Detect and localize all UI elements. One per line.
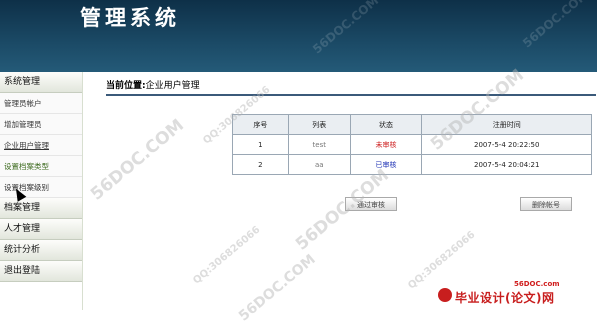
- sidebar-item-enterprise-users-label: 企业用户管理: [4, 141, 49, 150]
- delete-account-button[interactable]: 删除帐号: [520, 197, 572, 211]
- table-row[interactable]: 2 aa 已审核 2007-5-4 20:04:21: [232, 154, 592, 175]
- cell-time: 2007-5-4 20:04:21: [421, 154, 592, 175]
- sidebar-item-admin-accounts[interactable]: 管理员帐户: [0, 93, 82, 114]
- cell-index: 1: [232, 134, 289, 155]
- users-table: 序号 列表 状态 注册时间 1 test 未审核 2007-5-4 20:22:…: [232, 114, 592, 175]
- cell-name: test: [287, 134, 351, 155]
- sidebar-category-statistics[interactable]: 统计分析: [0, 240, 82, 261]
- header-watermark: 56DOC.COM: [309, 0, 382, 57]
- sidebar-category-archives[interactable]: 档案管理: [0, 198, 82, 219]
- table-header-row: 序号 列表 状态 注册时间: [232, 114, 592, 135]
- cell-index: 2: [232, 154, 289, 175]
- column-header-name: 列表: [287, 114, 351, 135]
- cell-status: 未审核: [349, 134, 423, 155]
- table-row[interactable]: 1 test 未审核 2007-5-4 20:22:50: [232, 134, 592, 155]
- sidebar-category-system[interactable]: 系统管理: [0, 72, 82, 93]
- sidebar-item-add-admin[interactable]: 增加管理员: [0, 114, 82, 135]
- app-title: 管理系统: [80, 5, 180, 30]
- sidebar-category-talent[interactable]: 人才管理: [0, 219, 82, 240]
- cell-name: aa: [287, 154, 351, 175]
- breadcrumb-current: 企业用户管理: [145, 81, 200, 91]
- logo-site-text: 56DOC.com: [514, 280, 560, 288]
- logo-text: 毕业设计(论文)网: [455, 291, 555, 305]
- sidebar-item-archive-types[interactable]: 设置档案类型: [0, 156, 82, 177]
- breadcrumb-label: 当前位置:: [106, 81, 146, 91]
- sidebar-item-archive-levels[interactable]: 设置档案级别: [0, 177, 82, 198]
- logo-badge-icon: [438, 288, 452, 302]
- column-header-status: 状态: [349, 114, 423, 135]
- header-watermark-2: 56DOC.COM: [519, 0, 592, 51]
- sidebar-item-enterprise-users[interactable]: 企业用户管理: [0, 135, 82, 156]
- app-header: 管理系统 56DOC.COM 56DOC.COM: [0, 0, 597, 72]
- sidebar-category-logout[interactable]: 退出登陆: [0, 261, 82, 282]
